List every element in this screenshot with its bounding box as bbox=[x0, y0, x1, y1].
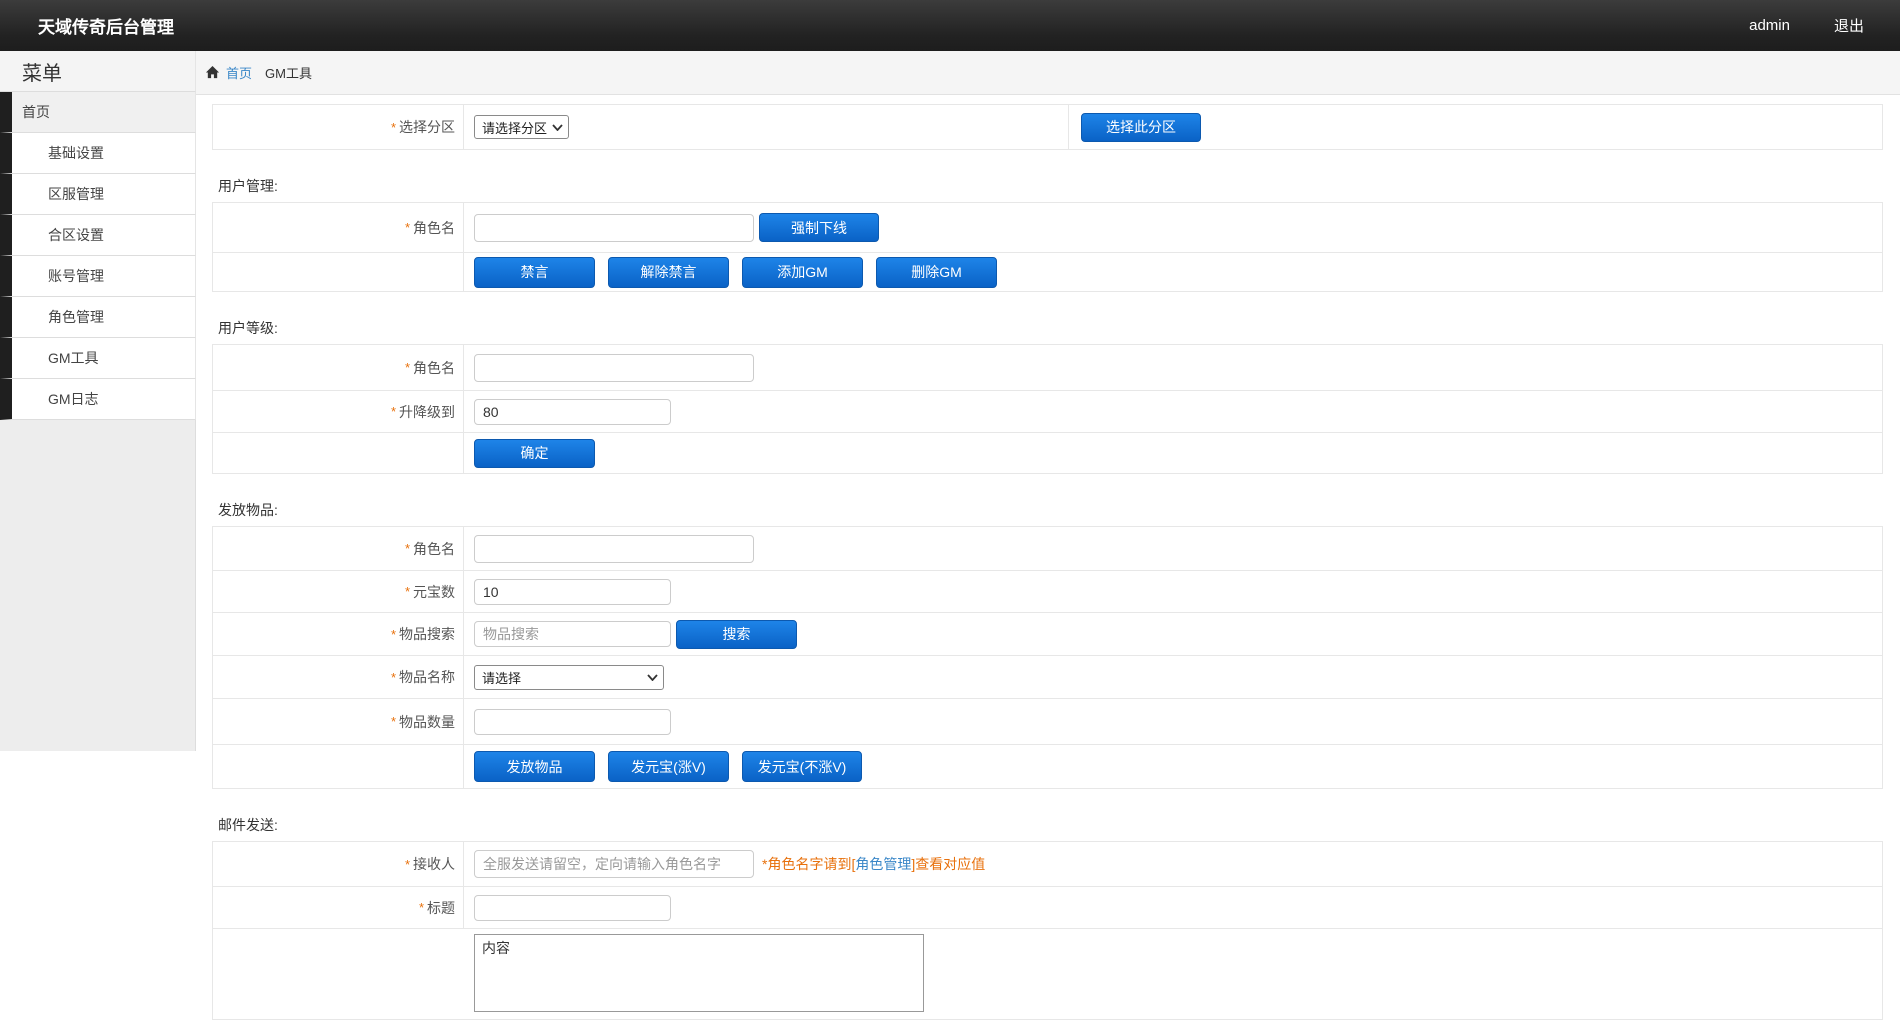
items-grant-heading: 发放物品: bbox=[218, 502, 1884, 518]
sidebar-item-server-management[interactable]: 区服管理 bbox=[0, 174, 196, 215]
required-mark: * bbox=[405, 220, 410, 235]
sidebar-item-merge-settings[interactable]: 合区设置 bbox=[0, 215, 196, 256]
sidebar-title: 菜单 bbox=[0, 51, 196, 92]
required-mark: * bbox=[391, 714, 396, 729]
item-count-label: * 物品数量 bbox=[213, 699, 464, 744]
empty-label-cell bbox=[213, 745, 464, 788]
user-mgmt-table: * 角色名 强制下线 禁言 解除禁言 添加GM 删除GM bbox=[212, 202, 1883, 292]
topbar-right: admin 退出 bbox=[1749, 15, 1900, 36]
topbar: 天域传奇后台管理 admin 退出 bbox=[0, 0, 1900, 51]
chevron-down-icon bbox=[552, 124, 563, 131]
confirm-button[interactable]: 确定 bbox=[474, 439, 595, 468]
required-mark: * bbox=[391, 670, 396, 685]
mail-content-textarea[interactable]: 内容 bbox=[474, 934, 924, 1012]
mail-title-label: * 标题 bbox=[213, 887, 464, 928]
item-search-input[interactable] bbox=[474, 621, 671, 647]
zone-select-table: * 选择分区 请选择分区 选择此分区 bbox=[212, 104, 1883, 150]
delete-gm-button[interactable]: 删除GM bbox=[876, 257, 997, 288]
sidebar-item-gm-logs[interactable]: GM日志 bbox=[0, 379, 196, 420]
mail-heading: 邮件发送: bbox=[218, 817, 1884, 833]
main-area: 首页 GM工具 * 选择分区 请选择分区 选择此分区 bbox=[196, 51, 1900, 973]
user-level-table: * 角色名 * 升降级到 确定 bbox=[212, 344, 1883, 474]
zone-select-value: 请选择分区 bbox=[482, 118, 547, 137]
mail-receiver-input[interactable] bbox=[474, 850, 754, 878]
required-mark: * bbox=[391, 120, 396, 135]
required-mark: * bbox=[391, 627, 396, 642]
yuanbao-label: * 元宝数 bbox=[213, 571, 464, 612]
zone-label: * 选择分区 bbox=[213, 105, 464, 149]
level-label: * 升降级到 bbox=[213, 391, 464, 432]
home-icon bbox=[205, 65, 220, 80]
sidebar-item-role-management[interactable]: 角色管理 bbox=[0, 297, 196, 338]
required-mark: * bbox=[405, 360, 410, 375]
item-name-label: * 物品名称 bbox=[213, 656, 464, 698]
mail-table: * 接收人 *角色名字请到[角色管理]查看对应值 * 标题 bbox=[212, 841, 1883, 1020]
receiver-label: * 接收人 bbox=[213, 842, 464, 886]
logout-link[interactable]: 退出 bbox=[1834, 15, 1864, 36]
sidebar-item-gm-tools[interactable]: GM工具 bbox=[0, 338, 196, 379]
rolename-label: * 角色名 bbox=[213, 203, 464, 252]
item-name-select[interactable]: 请选择 bbox=[474, 665, 664, 690]
user-level-heading: 用户等级: bbox=[218, 320, 1884, 336]
send-yuanbao-novip-button[interactable]: 发元宝(不涨V) bbox=[742, 751, 862, 782]
yuanbao-count-input[interactable] bbox=[474, 579, 671, 605]
gm-tools-form: * 选择分区 请选择分区 选择此分区 用户管理: * bbox=[196, 104, 1900, 1020]
send-yuanbao-vip-button[interactable]: 发元宝(涨V) bbox=[608, 751, 729, 782]
breadcrumb: 首页 GM工具 bbox=[196, 51, 1900, 95]
sidebar-item-home[interactable]: 首页 bbox=[0, 92, 196, 133]
sidebar: 菜单 首页 基础设置 区服管理 合区设置 账号管理 角色管理 GM工具 GM日志 bbox=[0, 51, 196, 973]
breadcrumb-home-link[interactable]: 首页 bbox=[226, 63, 252, 82]
sidebar-item-basic-settings[interactable]: 基础设置 bbox=[0, 133, 196, 174]
app-title: 天域传奇后台管理 bbox=[38, 13, 174, 38]
add-gm-button[interactable]: 添加GM bbox=[742, 257, 863, 288]
user-mgmt-heading: 用户管理: bbox=[218, 178, 1884, 194]
chevron-down-icon bbox=[647, 674, 658, 681]
user-level-rolename-input[interactable] bbox=[474, 354, 754, 382]
rolename-label: * 角色名 bbox=[213, 527, 464, 570]
level-value-input[interactable] bbox=[474, 399, 671, 425]
sidebar-filler bbox=[0, 420, 196, 751]
role-management-link[interactable]: 角色管理 bbox=[855, 856, 911, 872]
items-grant-rolename-input[interactable] bbox=[474, 535, 754, 563]
grant-items-button[interactable]: 发放物品 bbox=[474, 751, 595, 782]
items-grant-table: * 角色名 * 元宝数 * 物品搜索 bbox=[212, 526, 1883, 789]
unban-button[interactable]: 解除禁言 bbox=[608, 257, 729, 288]
search-button[interactable]: 搜索 bbox=[676, 620, 797, 649]
current-user-link[interactable]: admin bbox=[1749, 17, 1790, 34]
user-mgmt-rolename-input[interactable] bbox=[474, 214, 754, 242]
item-search-label: * 物品搜索 bbox=[213, 613, 464, 655]
receiver-hint: *角色名字请到[角色管理]查看对应值 bbox=[762, 854, 985, 874]
force-offline-button[interactable]: 强制下线 bbox=[759, 213, 879, 242]
sidebar-item-account-management[interactable]: 账号管理 bbox=[0, 256, 196, 297]
required-mark: * bbox=[405, 584, 410, 599]
mail-title-input[interactable] bbox=[474, 895, 671, 921]
rolename-label: * 角色名 bbox=[213, 345, 464, 390]
sidebar-menu: 首页 基础设置 区服管理 合区设置 账号管理 角色管理 GM工具 GM日志 bbox=[0, 92, 196, 420]
required-mark: * bbox=[405, 857, 410, 872]
required-mark: * bbox=[405, 541, 410, 556]
required-mark: * bbox=[391, 404, 396, 419]
breadcrumb-current: GM工具 bbox=[265, 63, 312, 82]
item-count-input[interactable] bbox=[474, 709, 671, 735]
item-select-value: 请选择 bbox=[482, 668, 521, 687]
choose-zone-button[interactable]: 选择此分区 bbox=[1081, 113, 1201, 142]
required-mark: * bbox=[419, 900, 424, 915]
empty-label-cell bbox=[213, 433, 464, 473]
ban-button[interactable]: 禁言 bbox=[474, 257, 595, 288]
empty-label-cell bbox=[213, 253, 464, 291]
zone-select[interactable]: 请选择分区 bbox=[474, 115, 569, 139]
